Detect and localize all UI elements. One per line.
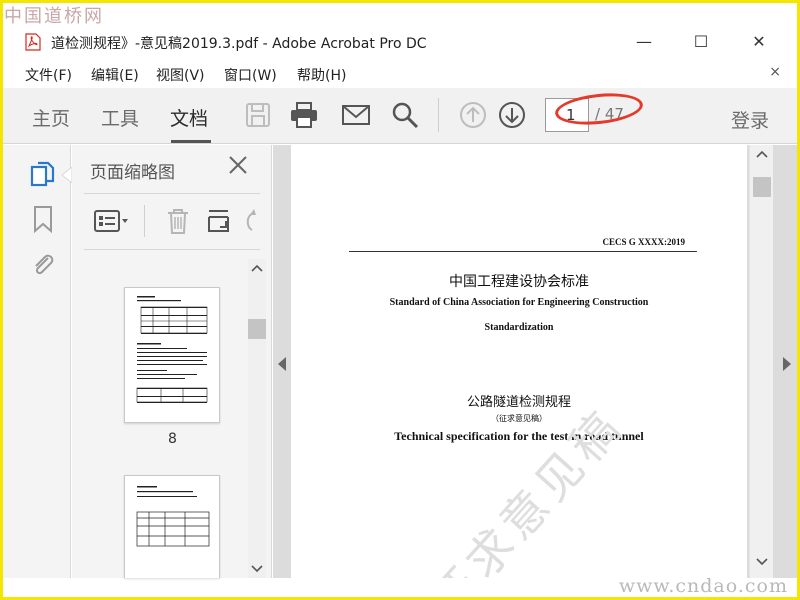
active-tab-indicator	[171, 140, 211, 143]
page-thumbnail-preview	[136, 296, 208, 403]
page-up-icon[interactable]	[458, 100, 488, 130]
red-highlight-annotation	[553, 89, 645, 129]
menu-help[interactable]: 帮助(H)	[297, 65, 346, 85]
thumbnail-page-number: 8	[168, 431, 177, 447]
collapse-right-pane-icon[interactable]	[783, 357, 791, 371]
menu-edit[interactable]: 编辑(E)	[91, 65, 139, 85]
page-thumbnail[interactable]	[124, 287, 220, 423]
thumbnails-scrollbar[interactable]	[248, 259, 266, 578]
document-title-cn: 公路隧道检测规程	[466, 395, 571, 410]
close-window-button[interactable]: ✕	[744, 30, 774, 54]
page-thumbnail-preview	[136, 486, 210, 547]
document-scrollbar[interactable]	[749, 145, 773, 578]
scroll-up-icon[interactable]	[251, 263, 263, 273]
search-icon[interactable]	[390, 100, 420, 130]
scrollbar-thumb[interactable]	[753, 177, 771, 197]
print-icon[interactable]	[289, 100, 319, 130]
navigation-pane-strip	[3, 145, 72, 578]
tab-tools[interactable]: 工具	[101, 104, 139, 131]
header-rule	[349, 251, 697, 252]
close-document-button[interactable]: ×	[769, 64, 781, 80]
page-thumbnails-icon[interactable]	[29, 159, 57, 189]
menu-bar: 文件(F) 编辑(E) 视图(V) 窗口(W) 帮助(H) ×	[3, 62, 797, 86]
panel-divider	[84, 249, 260, 250]
window-title: 道检测规程》-意见稿2019.3.pdf - Adobe Acrobat Pro…	[51, 36, 427, 52]
menu-window[interactable]: 窗口(W)	[224, 65, 277, 85]
login-button[interactable]: 登录	[731, 106, 769, 133]
association-title-en: Standard of China Association for Engine…	[389, 297, 649, 308]
association-title-cn: 中国工程建设协会标准	[449, 274, 589, 290]
tab-document[interactable]: 文档	[170, 104, 208, 131]
association-title-en-2: Standardization	[484, 322, 554, 333]
crop-page-icon[interactable]	[206, 207, 232, 235]
title-bar: 道检测规程》-意见稿2019.3.pdf - Adobe Acrobat Pro…	[3, 24, 797, 62]
close-panel-icon[interactable]	[226, 153, 250, 177]
delete-page-icon[interactable]	[165, 207, 191, 235]
document-title-en: Technical specification for the test in …	[394, 429, 644, 443]
email-icon[interactable]	[341, 100, 371, 130]
rotate-page-icon[interactable]	[242, 207, 262, 235]
save-icon[interactable]	[243, 100, 273, 130]
document-view: CECS G XXXX:2019 中国工程建设协会标准 Standard of …	[273, 145, 797, 578]
scroll-down-icon[interactable]	[251, 564, 263, 574]
attachment-icon[interactable]	[30, 249, 56, 279]
panel-divider	[84, 193, 260, 194]
menu-view[interactable]: 视图(V)	[156, 65, 205, 85]
collapse-left-pane-icon[interactable]	[278, 357, 286, 371]
page-thumbnail[interactable]	[124, 475, 220, 578]
main-toolbar: 主页 工具 文档 1 / 47 登录	[3, 88, 797, 144]
minimize-button[interactable]: —	[629, 30, 659, 54]
site-watermark-top: 中国道桥网	[4, 6, 104, 27]
scroll-up-icon[interactable]	[756, 149, 768, 159]
scroll-down-icon[interactable]	[756, 557, 768, 567]
thumbnails-panel: 页面缩略图 8	[72, 145, 272, 578]
site-watermark-bottom: www.cndao.com	[618, 575, 788, 597]
pdf-file-icon	[25, 33, 41, 51]
panel-pointer-icon	[61, 167, 72, 183]
scrollbar-thumb[interactable]	[248, 319, 266, 339]
maximize-button[interactable]: ☐	[686, 30, 716, 54]
page-down-icon[interactable]	[497, 100, 527, 130]
panel-title: 页面缩略图	[90, 163, 175, 183]
toolbar-separator	[438, 98, 439, 132]
standard-code: CECS G XXXX:2019	[602, 237, 685, 247]
tab-home[interactable]: 主页	[32, 104, 70, 131]
bookmark-icon[interactable]	[32, 205, 54, 233]
draft-label-cn: （征求意见稿）	[491, 414, 547, 423]
menu-file[interactable]: 文件(F)	[25, 65, 72, 85]
pdf-page: CECS G XXXX:2019 中国工程建设协会标准 Standard of …	[291, 145, 747, 578]
thumbnail-options-icon[interactable]	[94, 209, 130, 233]
panel-toolbar-separator	[144, 205, 145, 237]
